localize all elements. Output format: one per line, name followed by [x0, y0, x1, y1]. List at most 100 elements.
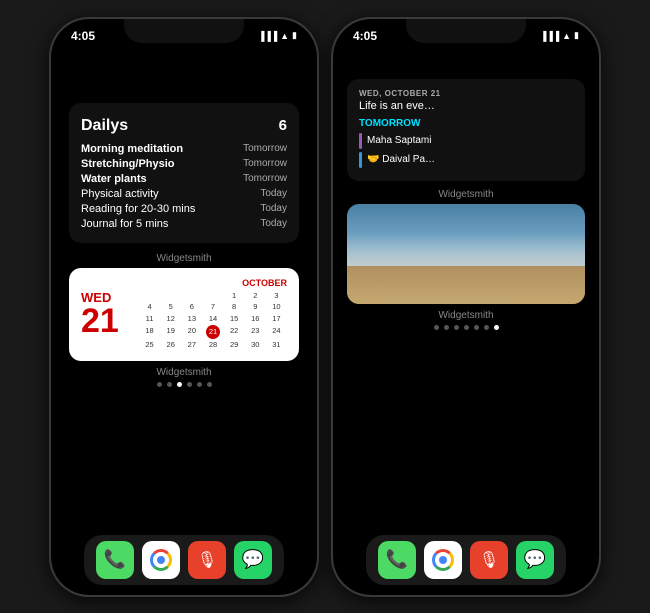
cal-today-cell: 21 — [206, 325, 220, 339]
phone1-content: Dailys 6 Morning meditation Tomorrow Str… — [51, 73, 317, 595]
cal-cell: 24 — [266, 325, 287, 339]
podcast-icon-glyph: 🎙 — [197, 550, 217, 570]
widget-label-1: Widgetsmith — [69, 253, 299, 264]
page-dots-2 — [347, 325, 585, 330]
dailys-row-0: Morning meditation Tomorrow — [81, 143, 287, 155]
dailys-row-3: Physical activity Today — [81, 188, 287, 200]
cal-cell: 10 — [266, 301, 287, 313]
podcast-dock-icon-2[interactable]: 🎙 — [470, 541, 508, 579]
photo-widget — [347, 204, 585, 304]
dot2-3 — [454, 325, 459, 330]
cal-cell: 1 — [224, 290, 245, 302]
dailys-item-name-4: Reading for 20-30 mins — [81, 203, 195, 215]
phone-icon-glyph: 📞 — [104, 549, 126, 570]
dailys-row-1: Stretching/Physio Tomorrow — [81, 158, 287, 170]
battery-icon: ▮ — [292, 30, 297, 41]
whatsapp-dock-icon-2[interactable]: 💬 — [516, 541, 554, 579]
cal-cell: 11 — [139, 313, 160, 325]
notch-1 — [124, 19, 244, 43]
cal-cell: 7 — [202, 301, 223, 313]
phone-2: 4:05 ▐▐▐ ▲ ▮ WED, OCTOBER 21 Life is an … — [331, 17, 601, 597]
cal-cell: 27 — [181, 339, 202, 351]
cal-cell — [160, 290, 181, 302]
status-time-1: 4:05 — [71, 29, 95, 43]
dock-1: 📞 🎙 💬 — [84, 535, 284, 585]
wifi-icon: ▲ — [280, 31, 289, 41]
dailys-item-name-0: Morning meditation — [81, 143, 183, 155]
dailys-widget: Dailys 6 Morning meditation Tomorrow Str… — [69, 103, 299, 243]
cal-right: OCTOBER 1 2 3 4 — [139, 278, 287, 351]
dailys-title: Dailys — [81, 117, 128, 135]
whatsapp-icon-glyph-2: 💬 — [524, 549, 546, 570]
cal-cell: 18 — [139, 325, 160, 339]
dot-5 — [197, 382, 202, 387]
phone-dock-icon[interactable]: 📞 — [96, 541, 134, 579]
chrome-dock-icon[interactable] — [142, 541, 180, 579]
dailys-item-name-1: Stretching/Physio — [81, 158, 175, 170]
cal-cell: 20 — [181, 325, 202, 339]
dot2-1 — [434, 325, 439, 330]
status-icons-1: ▐▐▐ ▲ ▮ — [258, 30, 297, 41]
whatsapp-dock-icon[interactable]: 💬 — [234, 541, 272, 579]
battery-icon-2: ▮ — [574, 30, 579, 41]
podcast-dock-icon[interactable]: 🎙 — [188, 541, 226, 579]
dot-4 — [187, 382, 192, 387]
event-item-0: Maha Saptami — [359, 133, 573, 149]
cal-cell: 26 — [160, 339, 181, 351]
cal-cell: 28 — [202, 339, 223, 351]
dailys-item-status-5: Today — [260, 218, 287, 229]
cal-cell — [202, 290, 223, 302]
dailys-header: Dailys 6 — [81, 117, 287, 135]
cal-cell: 22 — [224, 325, 245, 339]
cal-cell: 30 — [245, 339, 266, 351]
cal-cell: 25 — [139, 339, 160, 351]
event-dot-0 — [359, 133, 362, 149]
dailys-row-4: Reading for 20-30 mins Today — [81, 203, 287, 215]
cal-cell: 4 — [139, 301, 160, 313]
dailys-item-name-2: Water plants — [81, 173, 147, 185]
dot-3-active — [177, 382, 182, 387]
dot2-5 — [474, 325, 479, 330]
chrome-center-icon — [157, 556, 165, 564]
dailys-row-5: Journal for 5 mins Today — [81, 218, 287, 230]
cal-grid: 1 2 3 4 5 6 7 8 9 10 — [139, 290, 287, 351]
whatsapp-icon-glyph: 💬 — [242, 549, 264, 570]
dailys-row-2: Water plants Tomorrow — [81, 173, 287, 185]
widget-label-p2-1: Widgetsmith — [347, 189, 585, 200]
podcast-icon-glyph-2: 🎙 — [479, 550, 499, 570]
cal-cell: 9 — [245, 301, 266, 313]
beach-photo — [347, 204, 585, 304]
cal-cell: 29 — [224, 339, 245, 351]
wifi-icon-2: ▲ — [562, 31, 571, 41]
events-subtitle: Life is an eve… — [359, 100, 573, 112]
cal-cell: 5 — [160, 301, 181, 313]
signal-icon: ▐▐▐ — [258, 31, 277, 41]
cal-cell: 13 — [181, 313, 202, 325]
dock-2: 📞 🎙 💬 — [366, 535, 566, 585]
cal-cell: 15 — [224, 313, 245, 325]
cal-cell: 8 — [224, 301, 245, 313]
cal-cell: 17 — [266, 313, 287, 325]
beach-sand — [347, 266, 585, 304]
event-dot-1 — [359, 152, 362, 168]
chrome-center-icon-2 — [439, 556, 447, 564]
cal-left: WED 21 — [81, 278, 131, 351]
cal-inner: WED 21 OCTOBER 1 — [81, 278, 287, 351]
cal-cell — [181, 290, 202, 302]
dailys-item-status-3: Today — [260, 188, 287, 199]
cal-cell: 14 — [202, 313, 223, 325]
event-text-1: 🤝 Daival Pa… — [367, 154, 435, 165]
phone-dock-icon-2[interactable]: 📞 — [378, 541, 416, 579]
dot-2 — [167, 382, 172, 387]
tomorrow-label: TOMORROW — [359, 118, 573, 129]
dailys-item-name-3: Physical activity — [81, 188, 159, 200]
dot2-2 — [444, 325, 449, 330]
cal-cell: 2 — [245, 290, 266, 302]
chrome-ring-icon-2 — [432, 549, 454, 571]
event-text-0: Maha Saptami — [367, 135, 431, 146]
dot2-7-active — [494, 325, 499, 330]
dot-1 — [157, 382, 162, 387]
main-container: 4:05 ▐▐▐ ▲ ▮ Dailys 6 Morning meditation — [39, 7, 611, 607]
cal-day-num: 21 — [81, 304, 131, 338]
chrome-dock-icon-2[interactable] — [424, 541, 462, 579]
